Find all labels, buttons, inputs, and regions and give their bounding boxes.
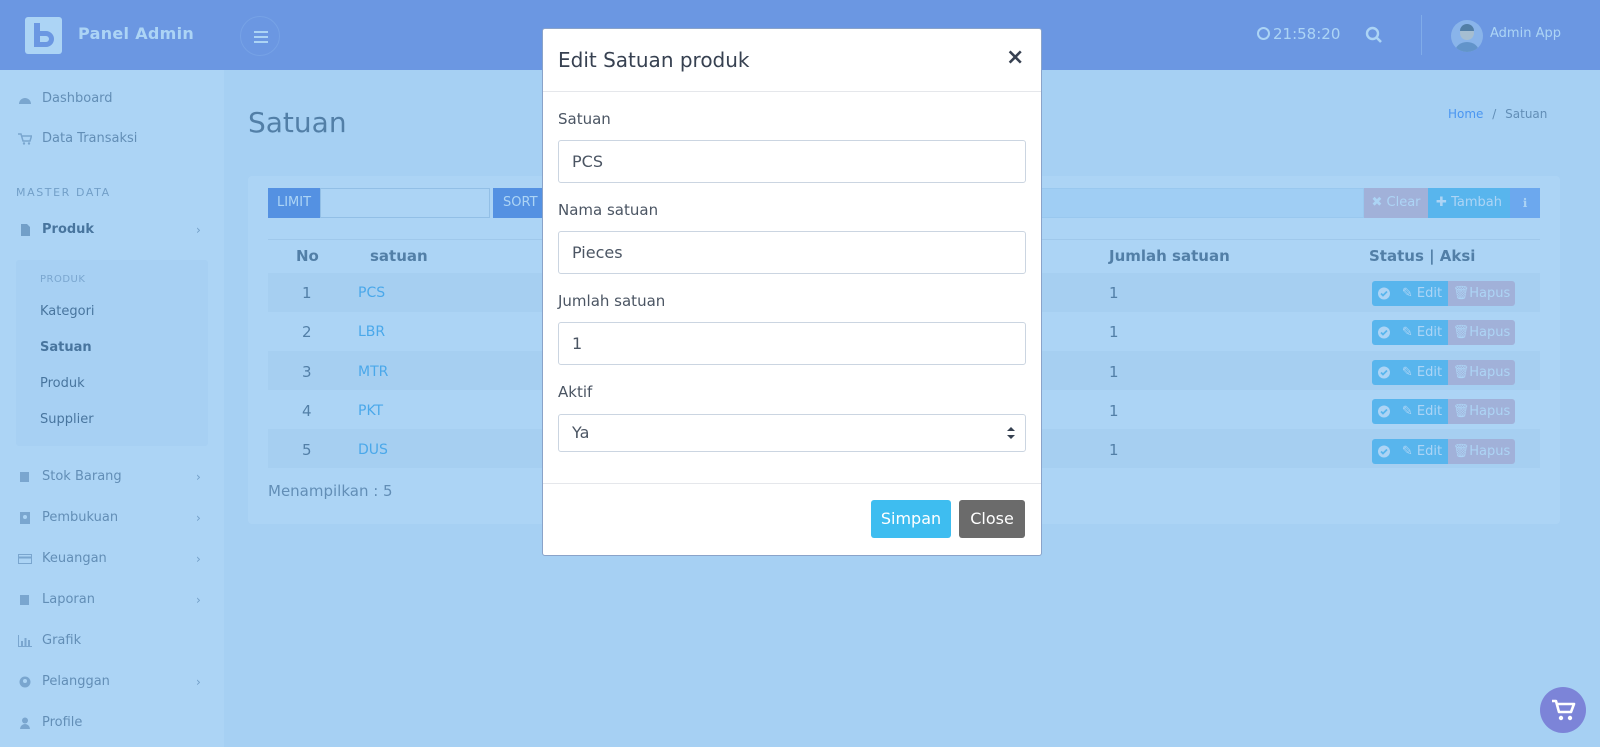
jumlah-satuan-input[interactable]: 1 bbox=[558, 322, 1026, 365]
select-arrows-icon bbox=[1007, 427, 1015, 439]
modal-close-icon[interactable]: × bbox=[1006, 45, 1024, 70]
aktif-select-value: Ya bbox=[572, 423, 590, 442]
satuan-input[interactable]: PCS bbox=[558, 140, 1026, 183]
nama-satuan-label: Nama satuan bbox=[558, 201, 659, 219]
satuan-label: Satuan bbox=[558, 110, 611, 128]
cart-icon bbox=[1552, 699, 1576, 721]
aktif-select[interactable]: Ya bbox=[558, 414, 1026, 452]
cart-button[interactable] bbox=[1540, 687, 1586, 733]
modal-title: Edit Satuan produk bbox=[558, 48, 750, 72]
save-button[interactable]: Simpan bbox=[871, 500, 951, 538]
aktif-label: Aktif bbox=[558, 383, 593, 401]
modal-header-divider bbox=[543, 91, 1041, 92]
jumlah-satuan-label: Jumlah satuan bbox=[558, 292, 666, 310]
nama-satuan-input[interactable]: Pieces bbox=[558, 231, 1026, 274]
close-button[interactable]: Close bbox=[959, 500, 1025, 538]
modal-footer-divider bbox=[543, 483, 1041, 484]
